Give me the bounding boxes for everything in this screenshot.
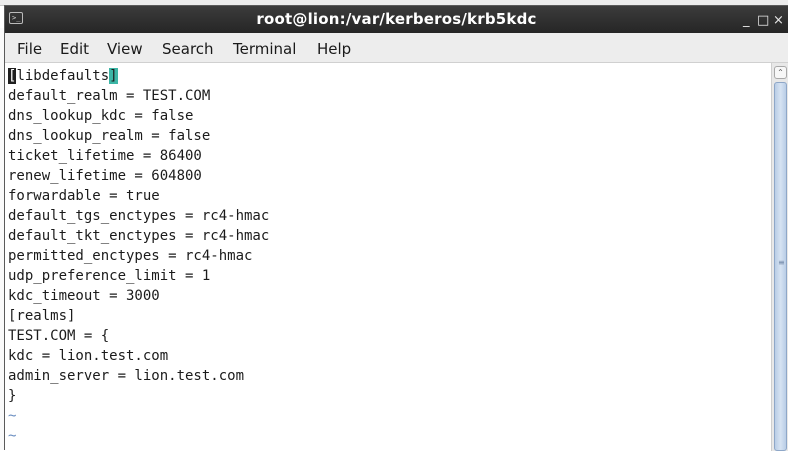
maximize-button[interactable]: □: [757, 6, 769, 33]
menu-terminal[interactable]: Terminal: [233, 33, 296, 62]
editor-line: udp_preference_limit = 1: [8, 268, 211, 284]
terminal-window: >_ root@lion:/var/kerberos/krb5kdc _ □ ×…: [4, 5, 788, 451]
editor-line: default_realm = TEST.COM: [8, 88, 211, 104]
title-bar[interactable]: >_ root@lion:/var/kerberos/krb5kdc _ □ ×: [5, 6, 788, 33]
window-title: root@lion:/var/kerberos/krb5kdc: [256, 10, 537, 28]
editor-line: TEST.COM = {: [8, 328, 110, 344]
editor-line: [libdefaults]: [8, 66, 118, 86]
editor-line: default_tkt_enctypes = rc4-hmac: [8, 228, 270, 244]
editor-line: renew_lifetime = 604800: [8, 168, 202, 184]
terminal-text-area[interactable]: [libdefaults] default_realm = TEST.COM d…: [5, 63, 772, 451]
empty-line-marker: ~: [8, 408, 17, 424]
minimize-button[interactable]: _: [743, 6, 750, 33]
editor-line: kdc = lion.test.com: [8, 348, 169, 364]
menu-search[interactable]: Search: [162, 33, 214, 62]
editor-line: }: [8, 388, 17, 404]
vertical-scrollbar[interactable]: ⌃ ≡: [771, 63, 788, 451]
menu-bar: File Edit View Search Terminal Help: [5, 33, 788, 63]
matched-bracket: ]: [109, 68, 118, 84]
editor-line: admin_server = lion.test.com: [8, 368, 245, 384]
scroll-up-icon[interactable]: ⌃: [774, 66, 787, 79]
menu-edit[interactable]: Edit: [60, 33, 89, 62]
editor-line: permitted_enctypes = rc4-hmac: [8, 248, 253, 264]
editor-line: kdc_timeout = 3000: [8, 288, 160, 304]
close-button[interactable]: ×: [773, 6, 784, 33]
editor-line: [realms]: [8, 308, 76, 324]
editor-line: ticket_lifetime = 86400: [8, 148, 202, 164]
menu-help[interactable]: Help: [317, 33, 351, 62]
scrollbar-thumb[interactable]: ≡: [774, 82, 787, 451]
empty-line-marker: ~: [8, 428, 17, 444]
editor-line: dns_lookup_realm = false: [8, 128, 211, 144]
menu-view[interactable]: View: [107, 33, 143, 62]
editor-line: forwardable = true: [8, 188, 160, 204]
editor-line: default_tgs_enctypes = rc4-hmac: [8, 208, 270, 224]
menu-file[interactable]: File: [17, 33, 42, 62]
section-name: libdefaults: [16, 68, 110, 84]
editor-line: dns_lookup_kdc = false: [8, 108, 194, 124]
grip-icon: ≡: [778, 258, 785, 267]
